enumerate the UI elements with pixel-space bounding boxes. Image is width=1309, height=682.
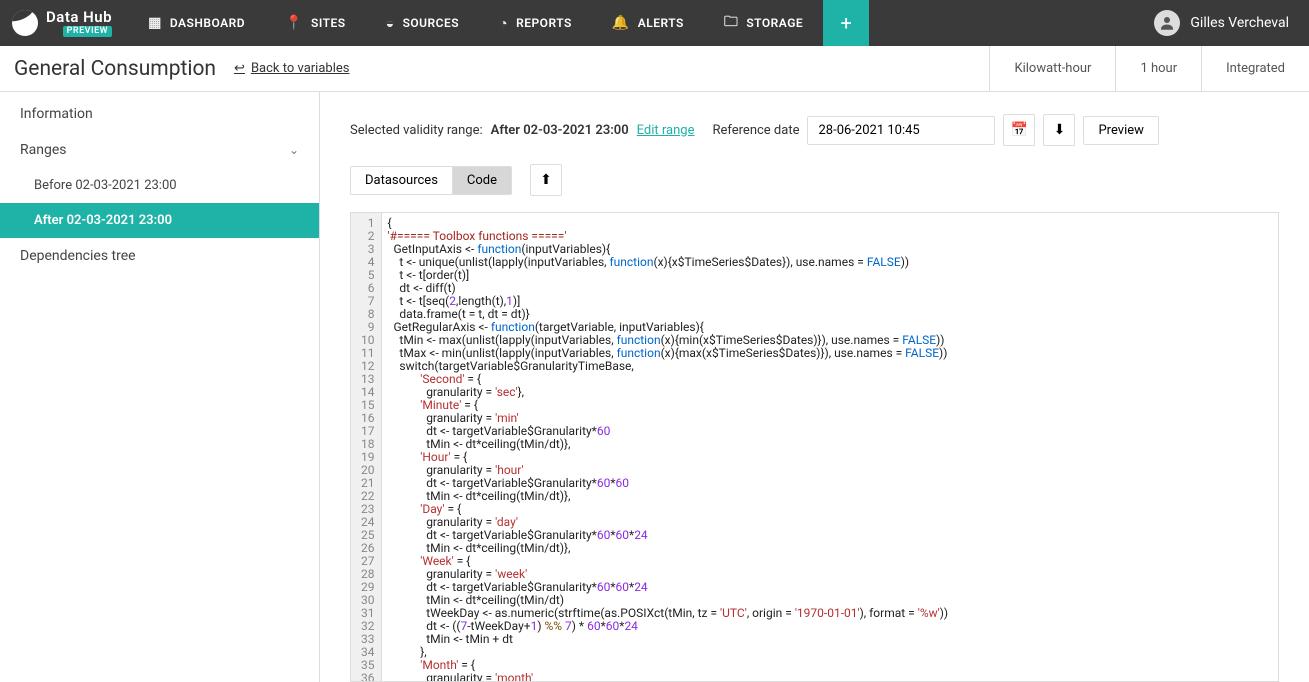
edit-range-link[interactable]: Edit range [637,123,695,138]
nav-reports[interactable]: ◔REPORTS [479,0,592,46]
dashboard-icon: ▦ [148,15,162,31]
nav-alerts[interactable]: 🔔ALERTS [592,0,704,46]
refdate-input[interactable] [807,116,995,145]
main: InformationRanges⌄Before 02-03-2021 23:0… [0,92,1309,682]
sites-icon: 📍 [285,15,303,31]
download-button[interactable]: ⬇ [1043,114,1075,146]
toolbar: Selected validity range: After 02-03-202… [320,92,1309,212]
code-area[interactable]: {'#===== Toolbox functions =====' GetInp… [382,213,1279,681]
upload-button[interactable]: ⬆ [530,164,562,196]
upload-icon: ⬆ [540,172,552,188]
tab-1-hour[interactable]: 1 hour [1115,46,1201,91]
sidebar-item-after-02-03-2021-23-00[interactable]: After 02-03-2021 23:00 [0,203,319,238]
nav-items: ▦DASHBOARD📍SITES◒SOURCES◔REPORTS🔔ALERTS🗀… [128,0,823,46]
brand-badge: PREVIEW [63,26,112,37]
page-tabs: Kilowatt-hour1 hourIntegrated [989,46,1309,91]
code-line: granularity = 'month' [388,672,1273,681]
code-line: 'Minute' = { [388,399,1273,412]
add-button[interactable]: + [823,0,869,46]
nav-sources[interactable]: ◒SOURCES [366,0,480,46]
code-line: 'Day' = { [388,503,1273,516]
sidebar-item-ranges[interactable]: Ranges⌄ [0,132,319,168]
top-nav: Data Hub PREVIEW ▦DASHBOARD📍SITES◒SOURCE… [0,0,1309,46]
back-icon: ↩ [234,61,245,76]
code-line: tMin <- dt*ceiling(tMin/dt)}, [388,490,1273,503]
nav-sites[interactable]: 📍SITES [265,0,366,46]
calendar-icon: 📅 [1011,122,1028,138]
sources-icon: ◒ [386,15,395,32]
tab-kilowatt-hour[interactable]: Kilowatt-hour [989,46,1115,91]
line-gutter: 1234567891011121314151617181920212223242… [351,213,382,681]
logo[interactable]: Data Hub PREVIEW [0,10,128,37]
preview-button[interactable]: Preview [1083,116,1158,145]
seg-datasources[interactable]: Datasources [351,167,452,194]
view-segment: Datasources Code [350,166,512,195]
seg-code[interactable]: Code [452,167,511,194]
calendar-button[interactable]: 📅 [1003,114,1035,146]
code-line: }, [388,646,1273,659]
code-line: t <- t[order(t)] [388,269,1273,282]
code-line: granularity = 'sec'}, [388,386,1273,399]
reports-icon: ◔ [499,15,508,32]
alerts-icon: 🔔 [612,15,630,31]
storage-icon: 🗀 [724,11,739,35]
validity-label: Selected validity range: [350,123,483,138]
page-title: General Consumption [14,57,216,81]
refdate-label: Reference date [712,123,799,138]
validity-value: After 02-03-2021 23:00 [491,123,629,138]
avatar-icon [1154,10,1180,36]
code-line: switch(targetVariable$GranularityTimeBas… [388,360,1273,373]
code-line: tMin <- dt*ceiling(tMin/dt)}, [388,438,1273,451]
user-name: Gilles Vercheval [1190,15,1289,31]
brand-name: Data Hub [46,10,112,25]
page-header: General Consumption ↩ Back to variables … [0,46,1309,92]
sidebar-item-dependencies-tree[interactable]: Dependencies tree [0,238,319,274]
sidebar-item-before-02-03-2021-23-00[interactable]: Before 02-03-2021 23:00 [0,168,319,203]
content: Selected validity range: After 02-03-202… [320,92,1309,682]
code-line: dt <- ((7-tWeekDay+1) %% 7) * 60*60*24 [388,620,1273,633]
tab-integrated[interactable]: Integrated [1201,46,1309,91]
download-icon: ⬇ [1054,122,1066,138]
user-menu[interactable]: Gilles Vercheval [1134,10,1309,36]
sidebar: InformationRanges⌄Before 02-03-2021 23:0… [0,92,320,682]
chevron-down-icon: ⌄ [289,143,299,157]
nav-storage[interactable]: 🗀STORAGE [704,0,823,46]
sidebar-item-information[interactable]: Information [0,96,319,132]
code-editor[interactable]: 1234567891011121314151617181920212223242… [350,212,1279,682]
code-line: t <- unique(unlist(lapply(inputVariables… [388,256,1273,269]
back-link[interactable]: ↩ Back to variables [234,61,349,76]
logo-icon [12,10,38,36]
back-label: Back to variables [251,61,350,76]
code-line: tMin <- tMin + dt [388,633,1273,646]
code-line: tMin <- dt*ceiling(tMin/dt)}, [388,542,1273,555]
nav-dashboard[interactable]: ▦DASHBOARD [128,0,265,46]
